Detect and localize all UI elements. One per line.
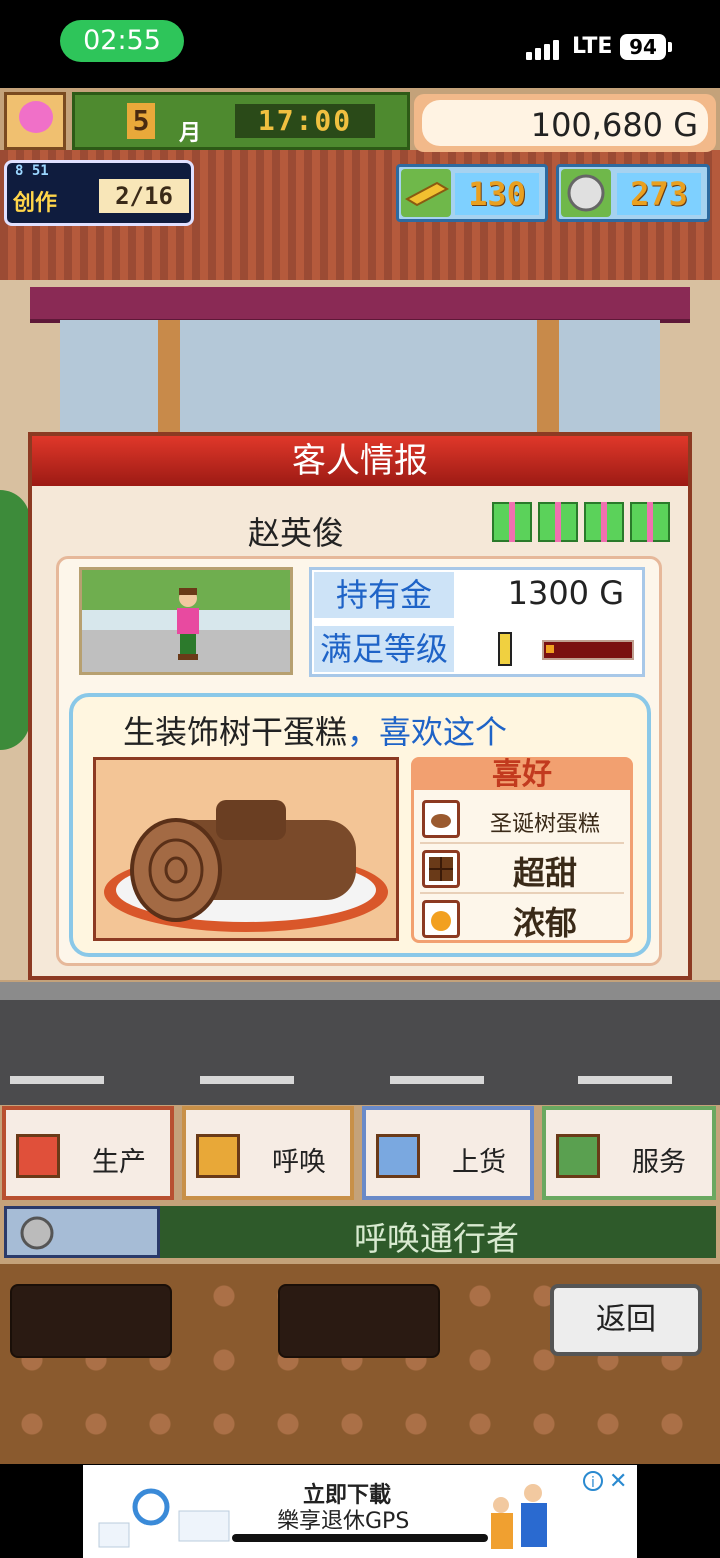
money-amount: 100,680 G	[530, 106, 698, 144]
shop-awning	[30, 287, 690, 323]
signal-icon	[526, 38, 562, 60]
satisfaction-marker	[498, 632, 512, 666]
bubble-like: 喜欢这个	[379, 713, 508, 751]
lane-marking	[200, 1076, 294, 1084]
preference-item: 圣诞树蛋糕	[420, 796, 624, 844]
cake-slice-icon	[376, 1134, 420, 1178]
preference-label: 浓郁	[512, 904, 577, 942]
status-time: 02:55	[60, 20, 184, 62]
call-label: 呼唤	[272, 1147, 326, 1178]
stock-button[interactable]: 上货	[362, 1106, 534, 1200]
service-button[interactable]: 服务	[542, 1106, 716, 1200]
create-levels: 8 51	[15, 163, 49, 179]
log-cake-icon	[104, 800, 388, 932]
guest-stats: 持有金 1300 G 满足等级	[309, 567, 645, 677]
gold-bar-icon	[401, 169, 451, 217]
preference-label: 圣诞树蛋糕	[489, 812, 600, 837]
back-button[interactable]: 返回	[550, 1284, 702, 1356]
gift-icon	[492, 502, 532, 542]
medal-icon	[561, 169, 611, 217]
gold-row: 持有金 1300 G	[312, 570, 642, 620]
call-button[interactable]: 呼唤	[182, 1106, 354, 1200]
bubble-item: 生装饰树干蛋糕	[123, 713, 348, 751]
gift-icon	[630, 502, 670, 542]
gift-icon	[538, 502, 578, 542]
game-clock: 17:00	[235, 104, 375, 138]
call-passerby-icon-box	[4, 1206, 160, 1258]
battery-icon: 94	[620, 34, 666, 60]
cake-image	[93, 757, 399, 941]
month-unit: 月	[179, 121, 202, 146]
network-label: LTE	[572, 34, 613, 59]
create-panel[interactable]: 8 51 创作 2/16	[4, 160, 194, 226]
shop-pillar	[537, 320, 559, 440]
medal-count: 273	[617, 173, 701, 215]
speech-bubble: 生装饰树干蛋糕，喜欢这个 喜好 圣诞树蛋糕 超甜 浓郁	[69, 693, 651, 957]
empty-slot[interactable]	[278, 1284, 440, 1358]
megaphone-icon	[196, 1134, 240, 1178]
ad-info-icon[interactable]: i	[583, 1471, 603, 1491]
satisfaction-fill	[546, 645, 554, 653]
guest-sprite-icon	[177, 588, 199, 660]
blossom-icon	[19, 101, 53, 133]
shop-window	[60, 320, 660, 440]
date-panel: 5 月 17:00	[72, 92, 410, 150]
call-passerby-label: 呼唤通行者	[354, 1219, 519, 1258]
ad-banner[interactable]: 立即下載 樂享退休GPS i ✕	[83, 1465, 637, 1558]
gold-label: 持有金	[314, 572, 454, 618]
month-number: 5	[127, 103, 155, 139]
gold-value: 1300 G	[507, 574, 624, 612]
dialog-title: 客人情报	[32, 436, 688, 486]
guest-panel: 持有金 1300 G 满足等级 生装饰树干蛋糕，喜欢这个 喜好 圣诞树蛋糕 超甜…	[56, 556, 662, 966]
orange-icon	[422, 900, 460, 938]
satisfaction-row: 满足等级	[312, 624, 642, 674]
road	[0, 1000, 720, 1105]
preference-label: 超甜	[512, 854, 577, 892]
create-label: 创作	[13, 191, 58, 216]
produce-label: 生产	[92, 1147, 146, 1178]
preference-title: 喜好	[414, 760, 630, 790]
satisfaction-label: 满足等级	[314, 626, 454, 672]
guest-info-dialog: 客人情报 赵英俊 持有金 1300 G 满足等级 生装饰树干蛋糕，喜欢这个 喜好…	[28, 432, 692, 980]
gift-rating	[492, 502, 672, 546]
stock-label: 上货	[452, 1147, 506, 1178]
gold-bar-counter[interactable]: 130	[396, 164, 548, 222]
lane-marking	[390, 1076, 484, 1084]
gold-bar-count: 130	[455, 173, 539, 215]
guest-name: 赵英俊	[248, 514, 345, 552]
bread-icon	[16, 1134, 60, 1178]
people-illustration-icon	[491, 1484, 547, 1549]
satisfaction-bar	[542, 640, 634, 660]
lane-marking	[578, 1076, 672, 1084]
home-indicator[interactable]	[232, 1534, 488, 1542]
empty-slot[interactable]	[10, 1284, 172, 1358]
battery-tip	[668, 42, 672, 52]
shop-avatar-button[interactable]	[4, 92, 66, 150]
preference-item: 超甜	[420, 846, 624, 894]
shop-pillar	[158, 320, 180, 440]
cake-icon	[422, 800, 460, 838]
service-label: 服务	[632, 1147, 686, 1178]
create-count: 2/16	[99, 179, 189, 213]
preference-item: 浓郁	[420, 896, 624, 942]
ad-close-icon[interactable]: ✕	[609, 1469, 627, 1494]
chocolate-icon	[422, 850, 460, 888]
medal-icon	[20, 1216, 54, 1250]
coffee-cup-icon	[556, 1134, 600, 1178]
bubble-text: 生装饰树干蛋糕，喜欢这个	[123, 707, 507, 753]
tree	[0, 490, 30, 750]
preference-box: 喜好 圣诞树蛋糕 超甜 浓郁	[411, 757, 633, 943]
lane-marking	[10, 1076, 104, 1084]
chart-illustration-icon	[98, 1488, 230, 1548]
guest-portrait	[79, 567, 293, 675]
produce-button[interactable]: 生产	[2, 1106, 174, 1200]
medal-counter[interactable]: 273	[556, 164, 710, 222]
money-panel: 100,680 G	[414, 94, 716, 152]
gift-icon	[584, 502, 624, 542]
bubble-separator: ，	[347, 713, 380, 751]
ad-line2: 樂享退休GPS	[277, 1509, 410, 1534]
